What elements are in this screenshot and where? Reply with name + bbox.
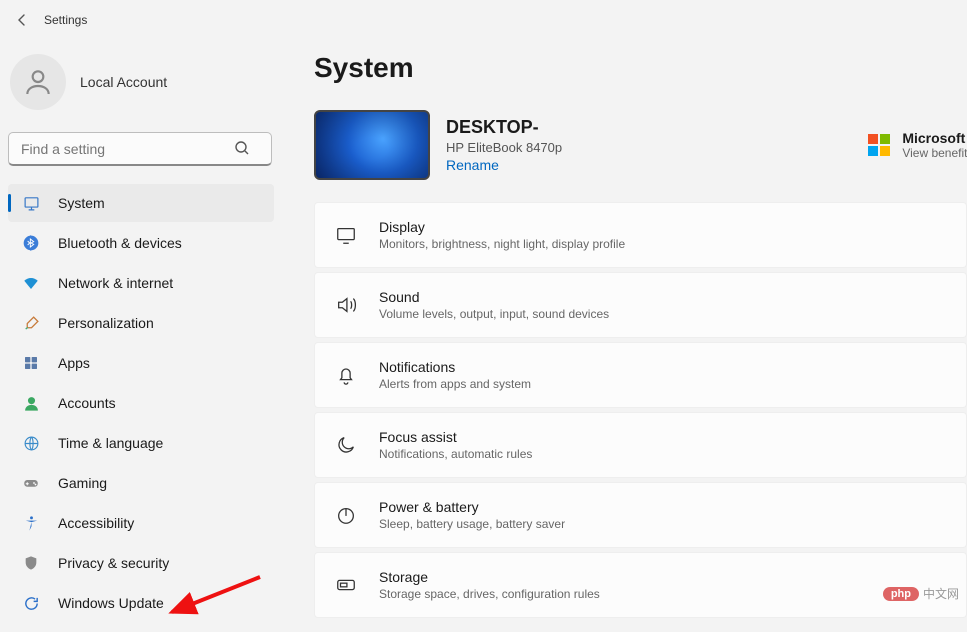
main-content: System DESKTOP- HP EliteBook 8470p Renam… xyxy=(290,40,967,628)
ms365-title: Microsoft 3 xyxy=(902,130,967,146)
setting-focus-assist[interactable]: Focus assist Notifications, automatic rul… xyxy=(314,412,967,478)
globe-icon xyxy=(22,434,40,452)
watermark-text: 中文网 xyxy=(923,585,959,602)
device-thumbnail[interactable] xyxy=(314,110,430,180)
sidebar-item-label: Personalization xyxy=(58,315,154,331)
sidebar-item-personalization[interactable]: Personalization xyxy=(8,304,274,342)
setting-subtitle: Storage space, drives, configuration rul… xyxy=(379,587,600,601)
sidebar-item-accounts[interactable]: Accounts xyxy=(8,384,274,422)
setting-subtitle: Notifications, automatic rules xyxy=(379,447,532,461)
bluetooth-icon xyxy=(22,234,40,252)
app-title: Settings xyxy=(44,13,87,27)
sidebar: Local Account System Bluetooth & devices N… xyxy=(0,40,290,628)
account-button[interactable]: Local Account xyxy=(8,46,282,126)
person-icon xyxy=(22,394,40,412)
ms365-button[interactable]: Microsoft 3 View benefit xyxy=(868,130,967,160)
setting-title: Power & battery xyxy=(379,499,565,515)
page-title: System xyxy=(314,52,967,84)
sidebar-item-label: Apps xyxy=(58,355,90,371)
storage-icon xyxy=(335,574,357,596)
sidebar-item-gaming[interactable]: Gaming xyxy=(8,464,274,502)
setting-storage[interactable]: Storage Storage space, drives, configurat… xyxy=(314,552,967,618)
sidebar-item-privacy-security[interactable]: Privacy & security xyxy=(8,544,274,582)
setting-title: Notifications xyxy=(379,359,531,375)
system-icon xyxy=(22,194,40,212)
account-name: Local Account xyxy=(80,74,167,90)
shield-icon xyxy=(22,554,40,572)
sidebar-item-label: Accounts xyxy=(58,395,116,411)
power-icon xyxy=(335,504,357,526)
sidebar-item-label: Privacy & security xyxy=(58,555,169,571)
person-icon xyxy=(22,66,54,98)
search-icon xyxy=(234,140,250,159)
search-input[interactable] xyxy=(8,132,272,166)
avatar xyxy=(10,54,66,110)
microsoft-logo-icon xyxy=(868,134,890,156)
back-button[interactable] xyxy=(12,10,32,30)
update-icon xyxy=(22,594,40,612)
accessibility-icon xyxy=(22,514,40,532)
sidebar-item-network-internet[interactable]: Network & internet xyxy=(8,264,274,302)
setting-subtitle: Monitors, brightness, night light, displ… xyxy=(379,237,625,251)
display-icon xyxy=(335,224,357,246)
setting-display[interactable]: Display Monitors, brightness, night light… xyxy=(314,202,967,268)
sidebar-item-time-language[interactable]: Time & language xyxy=(8,424,274,462)
sidebar-item-apps[interactable]: Apps xyxy=(8,344,274,382)
rename-link[interactable]: Rename xyxy=(446,157,499,173)
sidebar-item-label: Accessibility xyxy=(58,515,134,531)
sidebar-item-label: Windows Update xyxy=(58,595,164,611)
setting-subtitle: Sleep, battery usage, battery saver xyxy=(379,517,565,531)
sidebar-item-label: System xyxy=(58,195,105,211)
sidebar-item-bluetooth-devices[interactable]: Bluetooth & devices xyxy=(8,224,274,262)
setting-subtitle: Alerts from apps and system xyxy=(379,377,531,391)
setting-sound[interactable]: Sound Volume levels, output, input, sound… xyxy=(314,272,967,338)
setting-title: Storage xyxy=(379,569,600,585)
setting-power-battery[interactable]: Power & battery Sleep, battery usage, bat… xyxy=(314,482,967,548)
arrow-left-icon xyxy=(14,12,30,28)
setting-title: Sound xyxy=(379,289,609,305)
setting-title: Focus assist xyxy=(379,429,532,445)
device-model: HP EliteBook 8470p xyxy=(446,140,852,155)
watermark: php 中文网 xyxy=(883,585,959,602)
device-name: DESKTOP- xyxy=(446,117,852,138)
setting-title: Display xyxy=(379,219,625,235)
sidebar-item-label: Time & language xyxy=(58,435,163,451)
setting-notifications[interactable]: Notifications Alerts from apps and system xyxy=(314,342,967,408)
sidebar-item-label: Network & internet xyxy=(58,275,173,291)
ms365-subtitle: View benefit xyxy=(902,146,967,160)
watermark-badge: php xyxy=(883,587,919,601)
apps-icon xyxy=(22,354,40,372)
wifi-icon xyxy=(22,274,40,292)
sidebar-item-windows-update[interactable]: Windows Update xyxy=(8,584,274,622)
sidebar-item-accessibility[interactable]: Accessibility xyxy=(8,504,274,542)
sidebar-item-label: Gaming xyxy=(58,475,107,491)
setting-subtitle: Volume levels, output, input, sound devi… xyxy=(379,307,609,321)
moon-icon xyxy=(335,434,357,456)
gamepad-icon xyxy=(22,474,40,492)
bell-icon xyxy=(335,364,357,386)
sound-icon xyxy=(335,294,357,316)
brush-icon xyxy=(22,314,40,332)
sidebar-item-system[interactable]: System xyxy=(8,184,274,222)
sidebar-item-label: Bluetooth & devices xyxy=(58,235,182,251)
